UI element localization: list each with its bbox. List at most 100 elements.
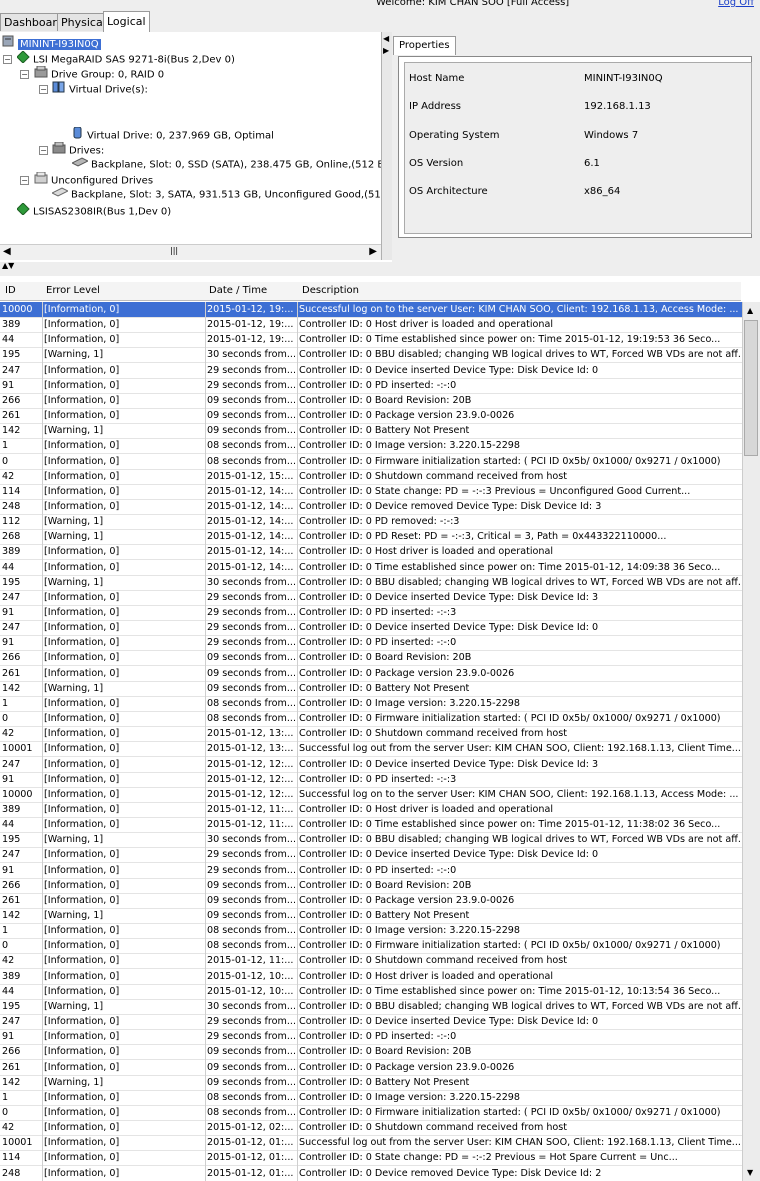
collapse-icon[interactable]: −: [39, 146, 48, 155]
table-row[interactable]: 44 [Information, 0] 2015-01-12, 10:... Cont…: [0, 984, 742, 1000]
tree-node-drive-group[interactable]: Drive Group: 0, RAID 0: [34, 65, 164, 81]
table-row[interactable]: 1 [Information, 0] 08 seconds from... Contr…: [0, 438, 742, 455]
table-row[interactable]: 248 [Information, 0] 2015-01-12, 14:... Con…: [0, 499, 742, 515]
table-row[interactable]: 261 [Information, 0] 09 seconds from... Con…: [0, 408, 742, 425]
table-row[interactable]: 0 [Information, 0] 08 seconds from... Contr…: [0, 454, 742, 470]
table-row[interactable]: 1 [Information, 0] 08 seconds from... Contr…: [0, 696, 742, 712]
scroll-left-icon[interactable]: ◀: [3, 246, 11, 257]
splitter-arrows-icon[interactable]: ▲▼: [2, 261, 14, 270]
table-row[interactable]: 42 [Information, 0] 2015-01-12, 11:... Cont…: [0, 953, 742, 970]
table-row[interactable]: 389 [Information, 0] 2015-01-12, 10:... Con…: [0, 969, 742, 985]
table-row[interactable]: 10001 [Information, 0] 2015-01-12, 13:... S…: [0, 741, 742, 758]
table-row[interactable]: 44 [Information, 0] 2015-01-12, 19:... Cont…: [0, 332, 742, 349]
table-row[interactable]: 91 [Information, 0] 29 seconds from... Cont…: [0, 635, 742, 652]
table-row[interactable]: 0 [Information, 0] 08 seconds from... Contr…: [0, 1105, 742, 1121]
col-header-id[interactable]: ID: [5, 285, 16, 296]
table-row[interactable]: 266 [Information, 0] 09 seconds from... Con…: [0, 393, 742, 409]
tab-physical[interactable]: Physical: [57, 13, 110, 31]
table-row[interactable]: 42 [Information, 0] 2015-01-12, 13:... Cont…: [0, 726, 742, 743]
log-scroll-thumb[interactable]: [744, 320, 758, 456]
logoff-link[interactable]: Log Off: [718, 0, 754, 8]
table-row[interactable]: 91 [Information, 0] 29 seconds from... Cont…: [0, 1029, 742, 1046]
scroll-down-icon[interactable]: ▼: [747, 1168, 753, 1177]
table-row[interactable]: 266 [Information, 0] 09 seconds from... Con…: [0, 650, 742, 667]
table-row[interactable]: 195 [Warning, 1] 30 seconds from... Control…: [0, 832, 742, 849]
table-row[interactable]: 389 [Information, 0] 2015-01-12, 11:... Con…: [0, 802, 742, 818]
col-header-level[interactable]: Error Level: [46, 285, 100, 296]
table-row[interactable]: 247 [Information, 0] 2015-01-12, 12:... Con…: [0, 757, 742, 773]
table-row[interactable]: 268 [Warning, 1] 2015-01-12, 14:... Control…: [0, 529, 742, 546]
table-row[interactable]: 91 [Information, 0] 29 seconds from... Cont…: [0, 378, 742, 394]
table-row[interactable]: 266 [Information, 0] 09 seconds from... Con…: [0, 878, 742, 894]
cell-level: [Information, 0]: [44, 1152, 120, 1164]
table-row[interactable]: 195 [Warning, 1] 30 seconds from... Control…: [0, 575, 742, 591]
tab-logical[interactable]: Logical: [103, 11, 150, 32]
tree-node-drive-slot-0[interactable]: Backplane, Slot: 0, SSD (SATA), 238.475 …: [70, 157, 381, 172]
tab-properties[interactable]: Properties: [393, 36, 456, 55]
cell-desc: Successful log out from the server User:…: [299, 1137, 741, 1149]
table-row[interactable]: 91 [Information, 0] 29 seconds from... Cont…: [0, 605, 742, 621]
table-row[interactable]: 114 [Information, 0] 2015-01-12, 14:... Con…: [0, 484, 742, 500]
cell-desc: Controller ID: 0 Image version: 3.220.15…: [299, 697, 521, 709]
table-row[interactable]: 142 [Warning, 1] 09 seconds from... Control…: [0, 423, 742, 440]
tree-node-unconfigured[interactable]: Unconfigured Drives: [34, 171, 153, 187]
expand-right-icon[interactable]: ▶: [383, 46, 389, 55]
table-row[interactable]: 44 [Information, 0] 2015-01-12, 14:... Cont…: [0, 560, 742, 576]
tree-node-virtual-drive-0[interactable]: Virtual Drive: 0, 237.969 GB, Optimal: [72, 126, 274, 142]
table-row[interactable]: 1 [Information, 0] 08 seconds from... Contr…: [0, 923, 742, 940]
table-row[interactable]: 10001 [Information, 0] 2015-01-12, 01:... S…: [0, 1135, 742, 1152]
table-row[interactable]: 247 [Information, 0] 29 seconds from... Con…: [0, 620, 742, 637]
table-row[interactable]: 389 [Information, 0] 2015-01-12, 14:... Con…: [0, 544, 742, 561]
table-row[interactable]: 142 [Warning, 1] 09 seconds from... Control…: [0, 1075, 742, 1091]
table-row[interactable]: 10000 [Information, 0] 2015-01-12, 19:... S…: [0, 302, 742, 318]
table-row[interactable]: 0 [Information, 0] 08 seconds from... Contr…: [0, 711, 742, 728]
table-row[interactable]: 42 [Information, 0] 2015-01-12, 02:... Cont…: [0, 1120, 742, 1137]
col-header-desc[interactable]: Description: [302, 285, 359, 296]
collapse-left-icon[interactable]: ◀: [383, 34, 389, 43]
scroll-up-icon[interactable]: ▲: [747, 306, 753, 315]
collapse-icon[interactable]: −: [20, 70, 29, 79]
table-row[interactable]: 142 [Warning, 1] 09 seconds from... Control…: [0, 681, 742, 697]
table-row[interactable]: 10000 [Information, 0] 2015-01-12, 12:... S…: [0, 787, 742, 803]
table-row[interactable]: 247 [Information, 0] 29 seconds from... Con…: [0, 363, 742, 379]
collapse-icon[interactable]: −: [3, 55, 12, 64]
tree-node-drives[interactable]: Drives:: [52, 141, 104, 157]
collapse-icon[interactable]: −: [20, 176, 29, 185]
tree-node-virtual-drives[interactable]: Virtual Drive(s):: [52, 81, 148, 96]
tree-node-controller-2[interactable]: LSISAS2308IR(Bus 1,Dev 0): [16, 202, 171, 218]
table-row[interactable]: 247 [Information, 0] 29 seconds from... Con…: [0, 590, 742, 606]
cell-id: 44: [2, 985, 15, 997]
table-row[interactable]: 389 [Information, 0] 2015-01-12, 19:... Con…: [0, 317, 742, 334]
tree-node-host[interactable]: MININT-I93IN0Q: [2, 35, 101, 50]
table-row[interactable]: 266 [Information, 0] 09 seconds from... Con…: [0, 1044, 742, 1061]
table-row[interactable]: 114 [Information, 0] 2015-01-12, 01:... Con…: [0, 1150, 742, 1167]
scroll-right-icon[interactable]: ▶: [369, 246, 377, 257]
table-row[interactable]: 0 [Information, 0] 08 seconds from... Contr…: [0, 938, 742, 955]
pane-splitter[interactable]: ◀ ▶: [382, 32, 392, 260]
table-row[interactable]: 44 [Information, 0] 2015-01-12, 11:... Cont…: [0, 817, 742, 834]
table-row[interactable]: 142 [Warning, 1] 09 seconds from... Control…: [0, 908, 742, 924]
cell-date: 09 seconds from...: [207, 425, 296, 437]
table-row[interactable]: 91 [Information, 0] 2015-01-12, 12:... Cont…: [0, 772, 742, 788]
table-row[interactable]: 247 [Information, 0] 29 seconds from... Con…: [0, 847, 742, 864]
table-row[interactable]: 1 [Information, 0] 08 seconds from... Contr…: [0, 1090, 742, 1106]
table-row[interactable]: 42 [Information, 0] 2015-01-12, 15:... Cont…: [0, 469, 742, 485]
table-row[interactable]: 195 [Warning, 1] 30 seconds from... Control…: [0, 347, 742, 364]
table-row[interactable]: 261 [Information, 0] 09 seconds from... Con…: [0, 666, 742, 682]
table-row[interactable]: 248 [Information, 0] 2015-01-12, 01:... Con…: [0, 1166, 742, 1181]
table-row[interactable]: 261 [Information, 0] 09 seconds from... Con…: [0, 893, 742, 909]
vertical-splitter[interactable]: ▲▼: [0, 261, 760, 276]
collapse-icon[interactable]: −: [39, 85, 48, 94]
cell-desc: Controller ID: 0 PD inserted: -:-:0: [299, 1031, 457, 1043]
table-row[interactable]: 91 [Information, 0] 29 seconds from... Cont…: [0, 863, 742, 879]
table-row[interactable]: 261 [Information, 0] 09 seconds from... Con…: [0, 1060, 742, 1076]
col-header-date[interactable]: Date / Time: [209, 285, 267, 296]
cell-id: 142: [2, 682, 21, 694]
table-row[interactable]: 112 [Warning, 1] 2015-01-12, 14:... Control…: [0, 514, 742, 531]
tree-node-drive-slot-3[interactable]: Backplane, Slot: 3, SATA, 931.513 GB, Un…: [50, 187, 381, 202]
tree-node-controller-1[interactable]: LSI MegaRAID SAS 9271-8i(Bus 2,Dev 0): [16, 50, 235, 66]
table-row[interactable]: 247 [Information, 0] 29 seconds from... Con…: [0, 1014, 742, 1031]
scroll-grip-icon[interactable]: |||: [170, 246, 178, 255]
table-row[interactable]: 195 [Warning, 1] 30 seconds from... Control…: [0, 999, 742, 1015]
tree-horizontal-scrollbar[interactable]: ◀ ||| ▶: [0, 244, 381, 260]
